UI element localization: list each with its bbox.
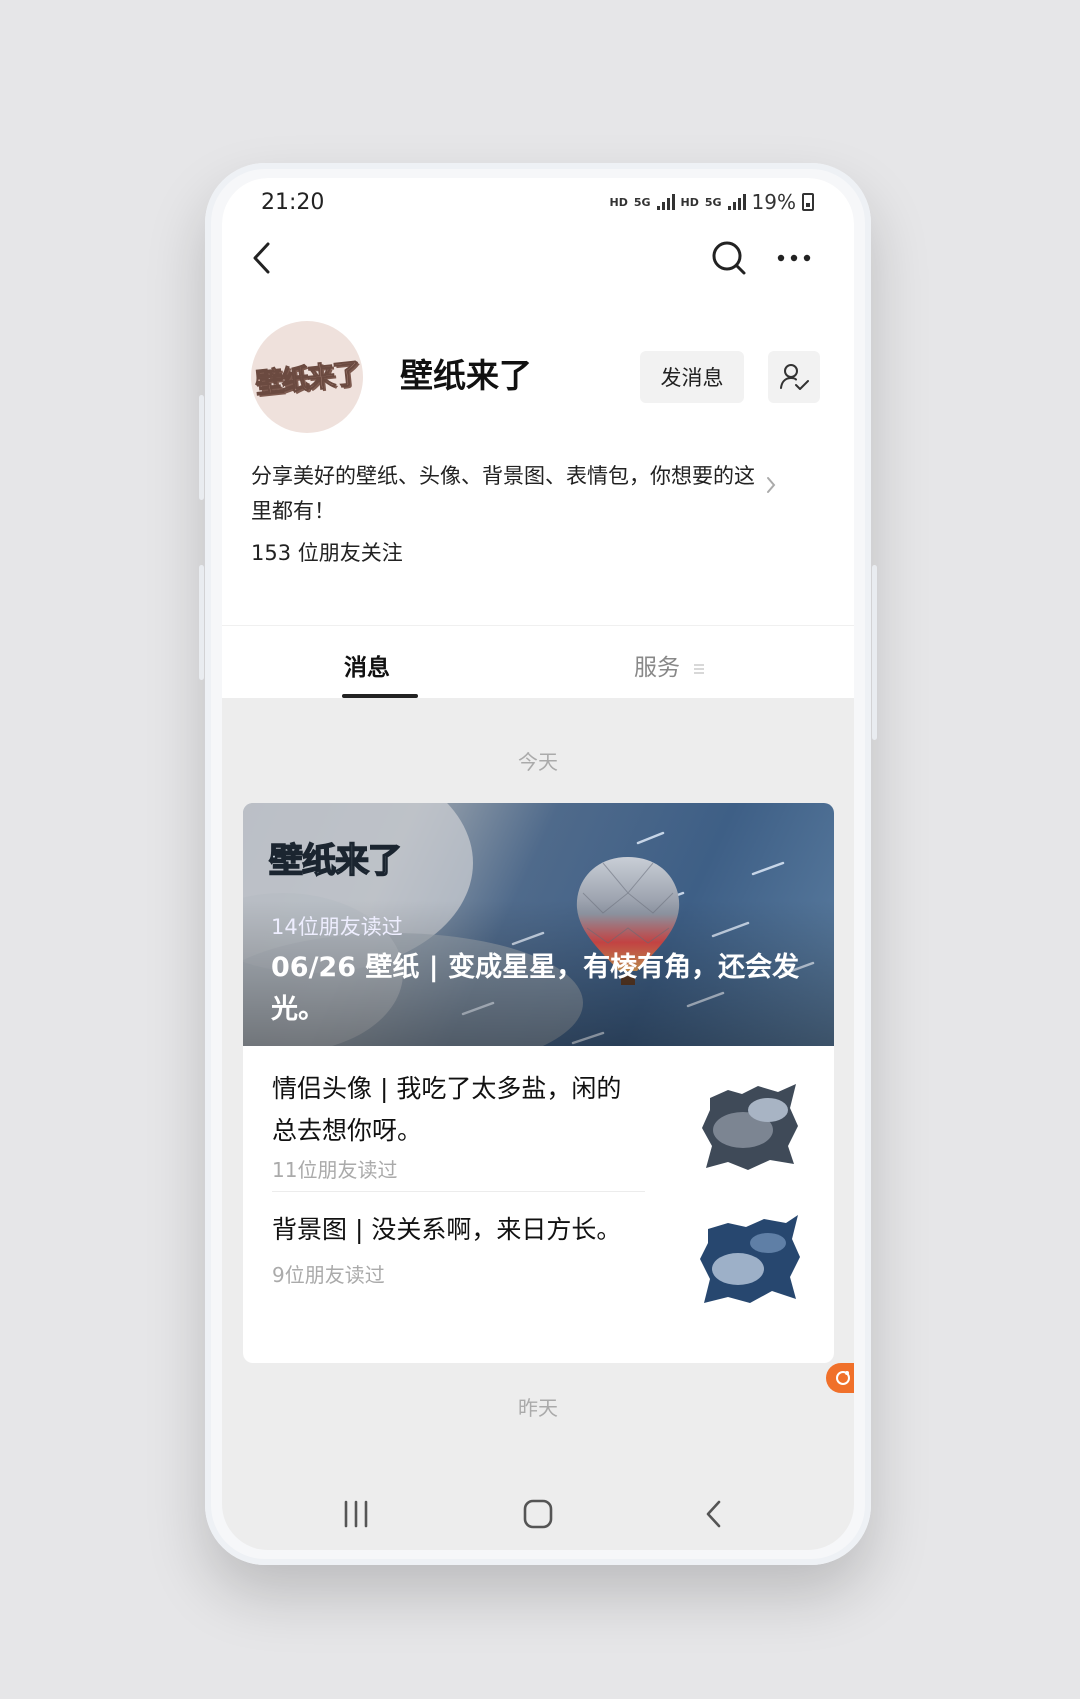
tab-bar: 消息 服务 [222, 625, 854, 698]
article-read-count: 9位朋友读过 [272, 1263, 385, 1287]
system-nav-bar [222, 1478, 854, 1550]
signal-icon [656, 194, 675, 210]
tab-services-label: 服务 [634, 655, 680, 681]
article-title: 情侣头像 | 我吃了太多盐，闲的总去想你呀。 [272, 1074, 622, 1145]
article-title: 背景图 | 没关系啊，来日方长。 [272, 1215, 622, 1244]
send-message-button[interactable]: 发消息 [640, 351, 744, 403]
home-button[interactable] [512, 1488, 564, 1540]
side-button-right [872, 565, 877, 740]
top-nav [222, 228, 854, 298]
tab-messages[interactable]: 消息 [344, 648, 390, 682]
hd-label-2: HD [680, 195, 699, 209]
tab-underline [342, 694, 418, 698]
signal-icon-2 [727, 194, 746, 210]
net-type-label: 5G [633, 195, 651, 209]
search-icon [712, 241, 746, 275]
avatar[interactable]: 壁纸来了 [251, 321, 363, 433]
back-button[interactable] [240, 236, 284, 280]
tab-services[interactable]: 服务 [634, 648, 705, 682]
menu-icon [694, 664, 705, 674]
hero-logo-text: 壁纸来了 [268, 840, 403, 882]
article-thumbnail [702, 1084, 798, 1170]
date-label-yesterday: 昨天 [518, 1396, 558, 1420]
featured-read-count: 14位朋友读过 [271, 915, 403, 939]
chevron-left-icon [253, 242, 270, 274]
search-button[interactable] [707, 236, 751, 280]
floating-badge[interactable] [826, 1363, 854, 1393]
status-indicators: HD 5G HD 5G 19% [609, 190, 814, 214]
user-check-icon [780, 364, 809, 390]
chevron-right-icon [767, 477, 776, 493]
recent-apps-icon [344, 1500, 368, 1528]
side-button-mid [199, 565, 204, 680]
article-card: 壁纸来了 14位朋友读过 06/26 壁纸 | 变成星星，有棱有角，还会发光。 … [243, 803, 834, 1363]
list-divider [272, 1191, 645, 1192]
avatar-logo-text: 壁纸来了 [253, 356, 361, 401]
floating-badge-icon [836, 1371, 850, 1385]
featured-article[interactable]: 壁纸来了 14位朋友读过 06/26 壁纸 | 变成星星，有棱有角，还会发光。 [243, 803, 834, 1046]
side-button-top [199, 395, 204, 500]
list-item[interactable]: 背景图 | 没关系啊，来日方长。 9位朋友读过 [243, 1191, 834, 1351]
more-horizontal-icon [777, 254, 811, 262]
more-button[interactable] [772, 236, 816, 280]
followers-count[interactable]: 153 位朋友关注 [251, 537, 403, 567]
followed-button[interactable] [768, 351, 820, 403]
system-back-button[interactable] [688, 1488, 740, 1540]
back-arrow-icon [706, 1500, 721, 1528]
hd-label: HD [609, 195, 628, 209]
net-type-label-2: 5G [704, 195, 722, 209]
featured-title: 06/26 壁纸 | 变成星星，有棱有角，还会发光。 [271, 952, 800, 1025]
article-thumbnail [700, 1215, 800, 1303]
battery-icon [802, 193, 814, 211]
recent-apps-button[interactable] [330, 1488, 382, 1540]
home-icon [523, 1499, 553, 1529]
article-read-count: 11位朋友读过 [272, 1158, 398, 1182]
date-label-today: 今天 [518, 750, 558, 774]
battery-percent: 19% [751, 190, 796, 214]
account-name: 壁纸来了 [400, 356, 532, 395]
header-area: 21:20 HD 5G HD 5G 19% 壁纸来了 壁纸来了 发消息 分享美好… [222, 178, 854, 625]
list-item[interactable]: 情侣头像 | 我吃了太多盐，闲的总去想你呀。 11位朋友读过 [243, 1046, 834, 1191]
account-description[interactable]: 分享美好的壁纸、头像、背景图、表情包，你想要的这里都有！ [251, 459, 771, 529]
status-bar: 21:20 HD 5G HD 5G 19% [222, 178, 854, 228]
status-time: 21:20 [261, 190, 325, 215]
screen: 21:20 HD 5G HD 5G 19% 壁纸来了 壁纸来了 发消息 分享美好… [222, 178, 854, 1550]
